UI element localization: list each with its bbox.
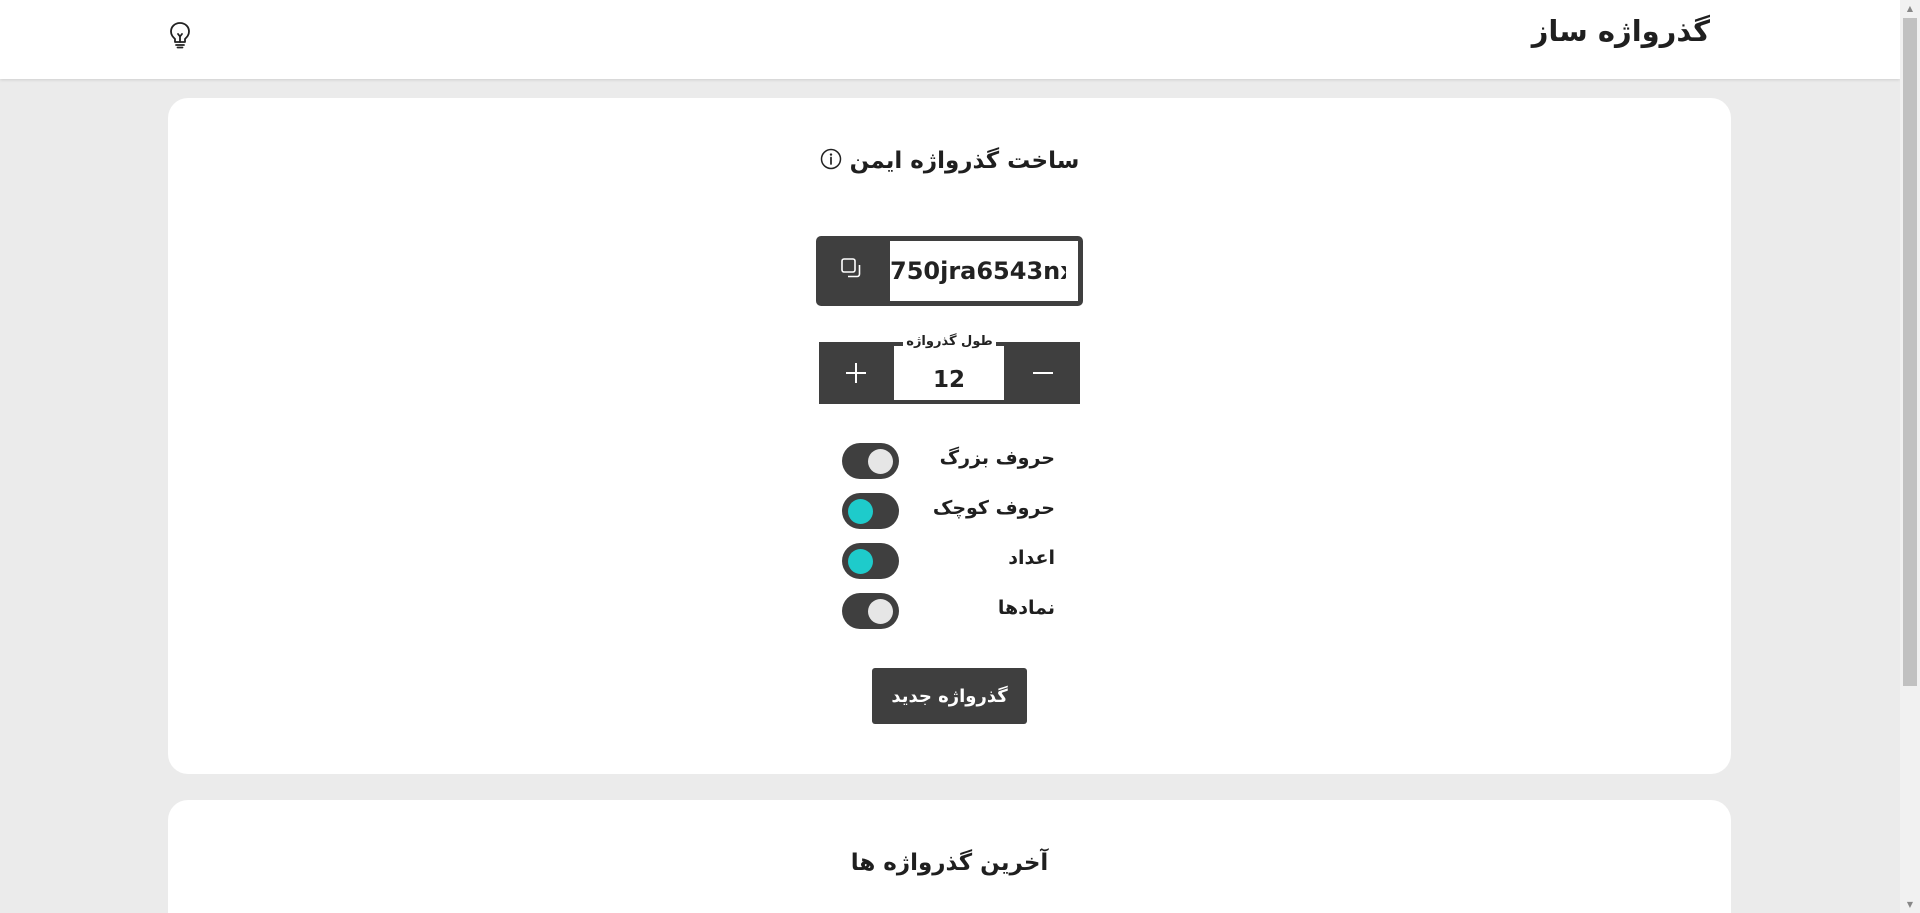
numbers-toggle[interactable]: [842, 543, 899, 579]
scroll-down-icon[interactable]: ▼: [1900, 896, 1920, 913]
history-title: آخرین گذرواژه ها: [850, 850, 1049, 876]
symbols-toggle[interactable]: [842, 593, 899, 629]
length-label: طول گذرواژه: [903, 332, 996, 352]
app-title: گذرواژه ساز: [1531, 14, 1710, 48]
app-header: گذرواژه ساز: [0, 0, 1900, 79]
minus-icon: [1033, 372, 1053, 374]
password-field[interactable]: [890, 241, 1078, 301]
generator-card: ساخت گذرواژه ایمن طول گذرواژه حروف بزرگ …: [168, 98, 1731, 774]
history-card: آخرین گذرواژه ها: [168, 800, 1731, 913]
plus-icon: [846, 363, 866, 383]
copy-icon: [841, 258, 861, 278]
option-label: اعداد: [1008, 547, 1055, 569]
scroll-up-icon[interactable]: ▲: [1900, 0, 1920, 17]
option-lowercase: حروف کوچک: [168, 491, 1731, 531]
generate-button[interactable]: گذرواژه جدید: [872, 668, 1027, 724]
option-label: نمادها: [997, 597, 1055, 619]
info-icon[interactable]: [820, 148, 842, 176]
toggle-knob: [848, 549, 873, 574]
uppercase-toggle[interactable]: [842, 443, 899, 479]
option-label: حروف کوچک: [932, 497, 1055, 519]
password-display: [816, 236, 1083, 306]
decrease-length-button[interactable]: [1006, 342, 1080, 404]
option-label: حروف بزرگ: [939, 447, 1055, 469]
copy-button[interactable]: [836, 253, 866, 283]
generator-title: ساخت گذرواژه ایمن: [849, 148, 1080, 174]
length-input[interactable]: [894, 346, 1004, 400]
length-stepper: طول گذرواژه: [819, 332, 1080, 404]
generator-title-row: ساخت گذرواژه ایمن: [168, 148, 1731, 176]
option-symbols: نمادها: [168, 591, 1731, 631]
theme-toggle-button[interactable]: [165, 19, 195, 51]
toggle-knob: [868, 599, 893, 624]
option-numbers: اعداد: [168, 541, 1731, 581]
lowercase-toggle[interactable]: [842, 493, 899, 529]
lightbulb-icon: [170, 22, 190, 49]
toggle-knob: [868, 449, 893, 474]
scrollbar-thumb[interactable]: [1903, 18, 1917, 686]
option-uppercase: حروف بزرگ: [168, 441, 1731, 481]
vertical-scrollbar[interactable]: ▲ ▼: [1900, 0, 1920, 913]
toggle-knob: [848, 499, 873, 524]
increase-length-button[interactable]: [819, 342, 893, 404]
